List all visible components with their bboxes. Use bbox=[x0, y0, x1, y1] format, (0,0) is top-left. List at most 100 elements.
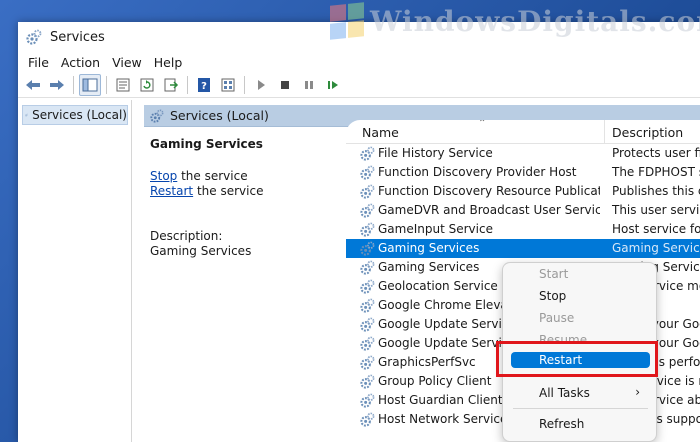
table-row[interactable]: Gaming Services Gaming Services bbox=[346, 239, 700, 258]
menu-file[interactable]: File bbox=[22, 55, 55, 70]
services-gear-icon bbox=[150, 109, 164, 123]
context-menu-stop[interactable]: Stop bbox=[511, 286, 650, 306]
table-row[interactable]: Function Discovery Provider Host The FDPH… bbox=[346, 163, 700, 182]
service-gear-icon bbox=[360, 412, 375, 427]
context-menu-all-tasks[interactable]: All Tasks › bbox=[511, 383, 650, 403]
service-gear-icon bbox=[360, 260, 375, 275]
service-name: GameInput Service bbox=[378, 222, 493, 236]
export-icon bbox=[164, 78, 179, 91]
column-header-name[interactable]: Name bbox=[362, 125, 399, 140]
toolbar: ? bbox=[18, 72, 700, 98]
service-name: File History Service bbox=[378, 146, 493, 160]
help-icon: ? bbox=[198, 77, 210, 92]
svg-text:?: ? bbox=[201, 81, 207, 92]
tree-item-services-local[interactable]: Services (Local) bbox=[22, 105, 128, 125]
window-title: Services bbox=[50, 29, 105, 45]
service-gear-icon bbox=[360, 374, 375, 389]
toolbar-separator bbox=[187, 75, 188, 94]
show-hide-console-tree-button[interactable] bbox=[79, 73, 101, 96]
service-gear-icon bbox=[360, 298, 375, 313]
context-menu-start[interactable]: Start bbox=[511, 264, 650, 284]
menu-bar: File Action View Help bbox=[18, 52, 700, 72]
service-description: The FDPHOST ser bbox=[612, 165, 700, 179]
stop-link-suffix: the service bbox=[177, 169, 248, 183]
console-tree: Services (Local) bbox=[18, 100, 132, 442]
stop-icon bbox=[281, 80, 289, 89]
all-tasks-label: All Tasks bbox=[539, 386, 590, 400]
start-service-button[interactable] bbox=[250, 74, 272, 96]
pane-header-title: Services (Local) bbox=[170, 108, 269, 123]
back-button[interactable] bbox=[22, 74, 44, 96]
context-menu-pause[interactable]: Pause bbox=[511, 308, 650, 328]
description-label: Description: bbox=[150, 229, 223, 243]
pause-service-button[interactable] bbox=[298, 74, 320, 96]
restart-service-button[interactable] bbox=[322, 74, 344, 96]
context-menu-separator bbox=[513, 408, 648, 409]
toolbar-separator bbox=[73, 75, 74, 94]
properties-button[interactable] bbox=[112, 74, 134, 96]
service-gear-icon bbox=[360, 279, 375, 294]
service-description: Host service for G bbox=[612, 222, 700, 236]
refresh-icon bbox=[140, 78, 154, 91]
service-gear-icon bbox=[360, 222, 375, 237]
stop-service-button[interactable] bbox=[274, 74, 296, 96]
restart-link-suffix: the service bbox=[193, 184, 264, 198]
services-gear-icon bbox=[25, 113, 28, 117]
service-gear-icon bbox=[360, 184, 375, 199]
pause-icon bbox=[305, 80, 313, 89]
service-description: Publishes this co bbox=[612, 184, 700, 198]
table-row[interactable]: Function Discovery Resource Publication P… bbox=[346, 182, 700, 201]
list-header: ⌃ Name Description bbox=[346, 120, 700, 144]
table-row[interactable]: GameInput Service Host service for G bbox=[346, 220, 700, 239]
forward-button[interactable] bbox=[46, 74, 68, 96]
column-divider[interactable] bbox=[604, 120, 605, 144]
restart-service-link[interactable]: Restart bbox=[150, 184, 193, 198]
sort-ascending-icon: ⌃ bbox=[478, 120, 487, 129]
console-tree-icon bbox=[82, 78, 98, 91]
view-list-icon bbox=[221, 78, 235, 91]
highlight-box bbox=[496, 341, 658, 377]
toolbar-separator bbox=[106, 75, 107, 94]
service-gear-icon bbox=[360, 336, 375, 351]
service-description: Gaming Services bbox=[612, 241, 700, 255]
forward-arrow-icon bbox=[50, 79, 64, 90]
refresh-button[interactable] bbox=[136, 74, 158, 96]
submenu-arrow-icon: › bbox=[635, 385, 640, 399]
service-description: Protects user file bbox=[612, 146, 700, 160]
service-name: Gaming Services bbox=[378, 241, 480, 255]
service-gear-icon bbox=[360, 355, 375, 370]
watermark: WindowsDigitals.com bbox=[330, 2, 700, 40]
watermark-text: WindowsDigitals.com bbox=[370, 4, 700, 38]
column-header-description[interactable]: Description bbox=[612, 125, 683, 140]
service-gear-icon bbox=[360, 146, 375, 161]
menu-view[interactable]: View bbox=[106, 55, 148, 70]
export-list-button[interactable] bbox=[160, 74, 182, 96]
service-actions: Stop the service Restart the service bbox=[150, 169, 346, 199]
watermark-logo-icon bbox=[330, 2, 364, 40]
service-name: GameDVR and Broadcast User Service_8e... bbox=[378, 203, 600, 217]
back-arrow-icon bbox=[26, 79, 40, 90]
service-detail-panel: Gaming Services Stop the service Restart… bbox=[150, 133, 346, 433]
properties-icon bbox=[116, 78, 130, 91]
view-button[interactable] bbox=[217, 74, 239, 96]
tree-item-label: Services (Local) bbox=[32, 108, 127, 122]
restart-play-icon bbox=[328, 80, 338, 89]
menu-action[interactable]: Action bbox=[55, 55, 106, 70]
table-row[interactable]: File History Service Protects user file bbox=[346, 144, 700, 163]
menu-help[interactable]: Help bbox=[148, 55, 189, 70]
service-description: Description: Gaming Services bbox=[150, 229, 346, 259]
service-description: This user service bbox=[612, 203, 700, 217]
services-gear-icon bbox=[26, 29, 42, 45]
table-row[interactable]: GameDVR and Broadcast User Service_8e...… bbox=[346, 201, 700, 220]
help-button[interactable]: ? bbox=[193, 74, 215, 96]
stop-service-link[interactable]: Stop bbox=[150, 169, 177, 183]
service-gear-icon bbox=[360, 393, 375, 408]
context-menu-refresh[interactable]: Refresh bbox=[511, 414, 650, 434]
service-name: Function Discovery Resource Publication bbox=[378, 184, 600, 198]
service-gear-icon bbox=[360, 165, 375, 180]
service-gear-icon bbox=[360, 317, 375, 332]
service-gear-icon bbox=[360, 203, 375, 218]
description-value: Gaming Services bbox=[150, 244, 252, 258]
play-icon bbox=[258, 79, 265, 90]
selected-service-name: Gaming Services bbox=[150, 137, 263, 151]
